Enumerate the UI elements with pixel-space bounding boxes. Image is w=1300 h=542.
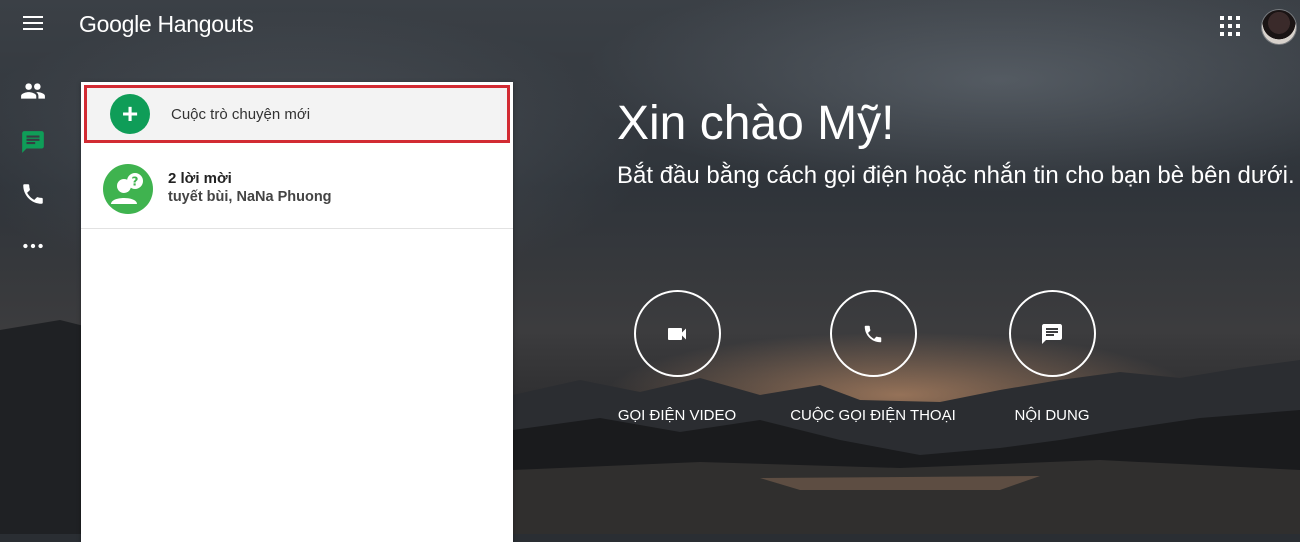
invite-question-person-icon: ? xyxy=(103,164,153,214)
conversation-panel: + Cuộc trò chuyện mới ? 2 lời mời tuyết … xyxy=(81,82,513,542)
new-conversation-label: Cuộc trò chuyện mới xyxy=(171,106,311,123)
invite-title: 2 lời mời xyxy=(168,170,232,187)
hamburger-menu-icon[interactable] xyxy=(18,12,48,40)
message-label: NỘI DUNG xyxy=(1014,407,1090,424)
people-icon[interactable] xyxy=(20,78,46,104)
videocam-icon xyxy=(633,290,721,377)
brand-product: Hangouts xyxy=(157,11,254,37)
message-button[interactable]: NỘI DUNG xyxy=(962,290,1142,424)
video-call-button[interactable]: GỌI ĐIỆN VIDEO xyxy=(587,290,767,424)
phone-icon[interactable] xyxy=(20,181,46,207)
brand-google: Google xyxy=(79,11,152,37)
new-conversation-button[interactable]: + Cuộc trò chuyện mới xyxy=(84,85,510,143)
greeting-title: Xin chào Mỹ! xyxy=(617,97,895,150)
invite-names: tuyết bùi, NaNa Phuong xyxy=(168,189,332,205)
phone-call-label: CUỘC GỌI ĐIỆN THOẠI xyxy=(790,407,956,424)
more-horiz-icon[interactable] xyxy=(20,233,46,259)
plus-icon: + xyxy=(110,94,150,134)
video-call-label: GỌI ĐIỆN VIDEO xyxy=(617,407,737,424)
message-icon xyxy=(1008,290,1096,377)
invitations-item[interactable]: ? 2 lời mời tuyết bùi, NaNa Phuong xyxy=(81,148,513,229)
phone-call-button[interactable]: CUỘC GỌI ĐIỆN THOẠI xyxy=(783,290,963,424)
user-avatar[interactable] xyxy=(1262,10,1296,44)
apps-grid-icon[interactable] xyxy=(1218,14,1242,38)
svg-text:?: ? xyxy=(132,175,139,189)
phone-icon xyxy=(829,290,917,377)
greeting-subtitle: Bắt đầu bằng cách gọi điện hoặc nhắn tin… xyxy=(617,162,1295,189)
chat-icon[interactable] xyxy=(20,129,46,155)
app-brand: Google Hangouts xyxy=(79,11,254,38)
